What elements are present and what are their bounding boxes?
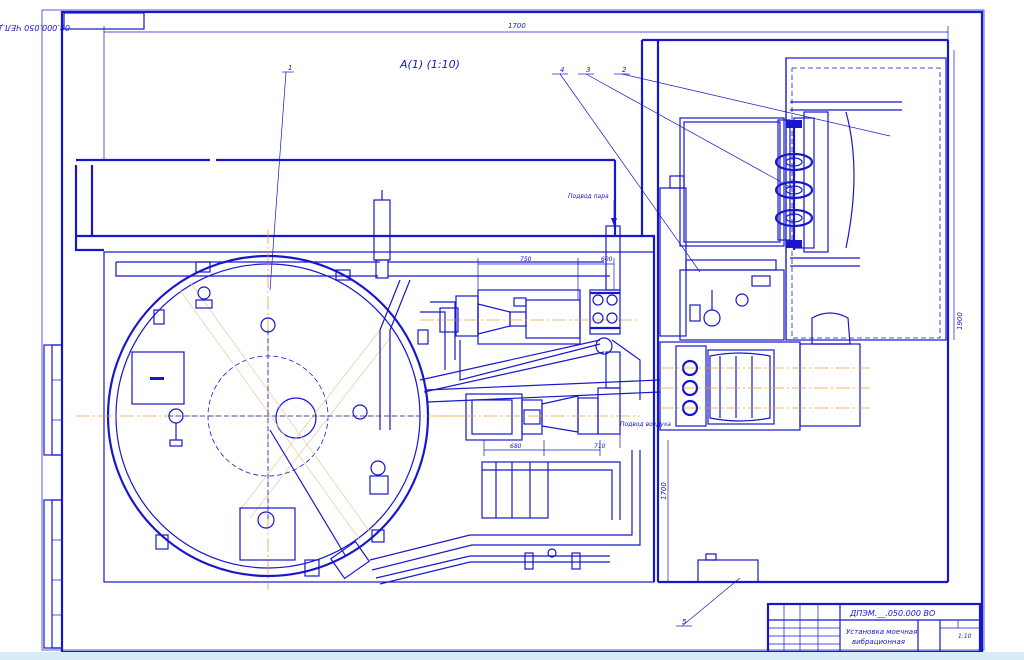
air-label-1: Подвод воздуха xyxy=(620,421,671,428)
vibrator-discs xyxy=(774,120,814,250)
bottom-strip xyxy=(0,652,1024,660)
scale-value: 1:10 xyxy=(958,633,972,640)
drum-rim-clamps xyxy=(153,261,429,550)
collector-tank xyxy=(697,553,759,583)
title-line-1: Установка моечная xyxy=(846,628,917,636)
pump-dimensions-bottom: 680 710 xyxy=(483,440,606,456)
left-margin-stamps xyxy=(43,344,63,649)
dim-overall-top: 1700 xyxy=(508,22,526,30)
air-inlet: Подвод воздуха xyxy=(619,421,671,448)
callout-4: 4 xyxy=(560,66,564,74)
doc-code: ДПЭМ.__.050.000 ВО xyxy=(849,609,935,618)
callout-1: 1 xyxy=(288,64,292,72)
dim-overall-right: 1900 xyxy=(956,312,964,330)
service-grating xyxy=(481,461,621,520)
filter-block xyxy=(659,312,870,431)
drum-lower-hatch xyxy=(239,507,296,561)
steam-inlet: Подвод пара xyxy=(568,193,617,226)
valve-stack-upper xyxy=(589,225,621,335)
washing-tank xyxy=(679,57,947,341)
supply-pipe-top xyxy=(115,190,610,279)
rotated-stamp-text: 08.000.050 ЧЕЛ.Д xyxy=(0,23,70,32)
rotated-stamp-box: 08.000.050 ЧЕЛ.Д xyxy=(0,12,145,32)
drum-body xyxy=(76,230,470,590)
view-label: А(1) (1:10) xyxy=(399,58,460,71)
lower-pump-assembly xyxy=(440,351,640,441)
overall-dimension-top: 1700 xyxy=(103,22,949,160)
return-pipe xyxy=(459,337,641,400)
engineering-drawing: 08.000.050 ЧЕЛ.Д 1700 А(1) (1:10) 750 60… xyxy=(0,9,985,654)
right-dimensions: 1900 1700 xyxy=(660,50,964,582)
drum-valve-left xyxy=(168,286,213,447)
callout-2: 2 xyxy=(622,66,627,74)
dim-600: 600 xyxy=(601,256,613,263)
steam-label: Подвод пара xyxy=(568,193,609,200)
control-panel xyxy=(659,175,785,341)
title-block: ДПЭМ.__.050.000 ВО Установка моечная виб… xyxy=(766,602,982,654)
dim-lower-right: 1700 xyxy=(660,482,668,500)
dim-680: 680 xyxy=(510,443,522,450)
sheet-outer-frame xyxy=(41,9,985,651)
dim-750: 750 xyxy=(520,256,532,263)
callout-3: 3 xyxy=(586,66,590,74)
dim-710: 710 xyxy=(594,443,606,450)
pump-connection-pipes xyxy=(379,279,661,430)
callout-5: 5 xyxy=(682,618,687,626)
title-line-2: вибрационная xyxy=(852,638,905,646)
